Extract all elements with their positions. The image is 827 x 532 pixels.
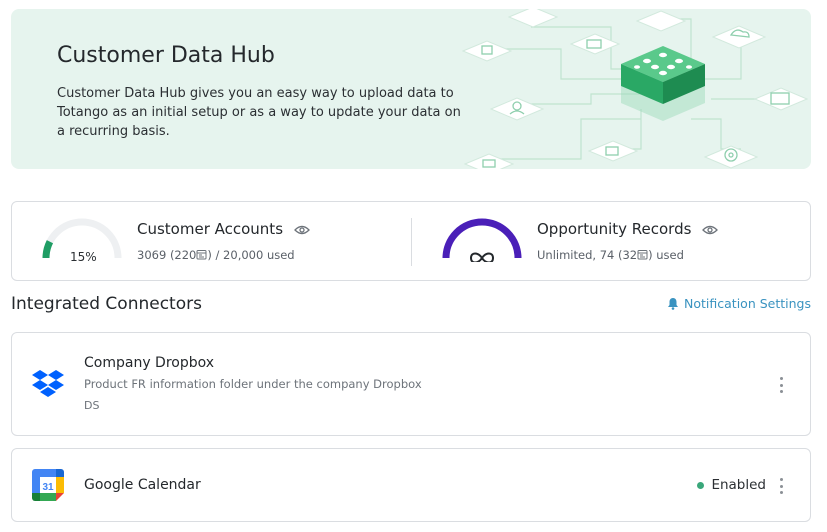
section-title: Integrated Connectors <box>11 294 202 314</box>
connector-name: Company Dropbox <box>84 355 215 371</box>
eye-icon[interactable] <box>702 225 719 235</box>
eye-icon[interactable] <box>293 225 310 235</box>
calendar-day: 31 <box>42 482 54 493</box>
hero-banner: Customer Data Hub Customer Data Hub give… <box>11 9 811 169</box>
infinity-icon <box>469 252 495 262</box>
status-label: Enabled <box>711 477 766 493</box>
opportunities-prefix: Unlimited, 74 <box>537 248 615 262</box>
opportunities-paren-close: ) <box>648 248 653 262</box>
bell-icon <box>668 298 679 310</box>
opportunities-paren: (32 <box>617 248 638 262</box>
opportunities-suffix: used <box>656 248 684 262</box>
opportunities-title: Opportunity Records <box>537 220 692 238</box>
google-calendar-icon: 31 <box>32 469 64 501</box>
connector-description: Product FR information folder under the … <box>84 377 422 391</box>
accounts-percent: 15% <box>70 250 97 264</box>
page-title: Customer Data Hub <box>57 43 275 68</box>
calendar-icon <box>196 250 207 260</box>
cube-icon <box>621 46 705 121</box>
usage-divider <box>411 218 412 266</box>
accounts-paren: (220 <box>169 248 197 262</box>
opportunities-title-row: Opportunity Records <box>537 220 719 238</box>
opportunities-usage-gauge <box>442 218 522 262</box>
more-options-icon[interactable] <box>778 478 784 494</box>
opportunities-usage-text: Unlimited, 74 (32) used <box>537 248 684 262</box>
connector-card-dropbox[interactable]: Company Dropbox Product FR information f… <box>11 332 811 436</box>
accounts-limit: / 20,000 used <box>215 248 295 262</box>
connector-card-google-calendar[interactable]: 31 Google Calendar Enabled <box>11 448 811 522</box>
accounts-title: Customer Accounts <box>137 220 284 238</box>
connector-owner: DS <box>84 399 100 412</box>
accounts-title-row: Customer Accounts <box>137 220 310 238</box>
more-options-icon[interactable] <box>778 377 784 393</box>
calendar-icon <box>637 250 648 260</box>
dropbox-icon <box>32 370 64 397</box>
status-badge: Enabled <box>697 477 766 493</box>
accounts-paren-close: ) <box>207 248 212 262</box>
connector-name: Google Calendar <box>84 477 201 493</box>
hero-description: Customer Data Hub gives you an easy way … <box>57 86 461 139</box>
data-hub-illustration <box>461 9 809 169</box>
accounts-used: 3069 <box>137 248 167 262</box>
usage-summary: 15% Customer Accounts 3069 (220) / 20,00… <box>11 201 811 281</box>
status-dot-icon <box>697 481 705 489</box>
accounts-usage-text: 3069 (220) / 20,000 used <box>137 248 295 262</box>
notification-settings-link[interactable]: Notification Settings <box>667 296 811 311</box>
notification-settings-label: Notification Settings <box>684 296 811 311</box>
